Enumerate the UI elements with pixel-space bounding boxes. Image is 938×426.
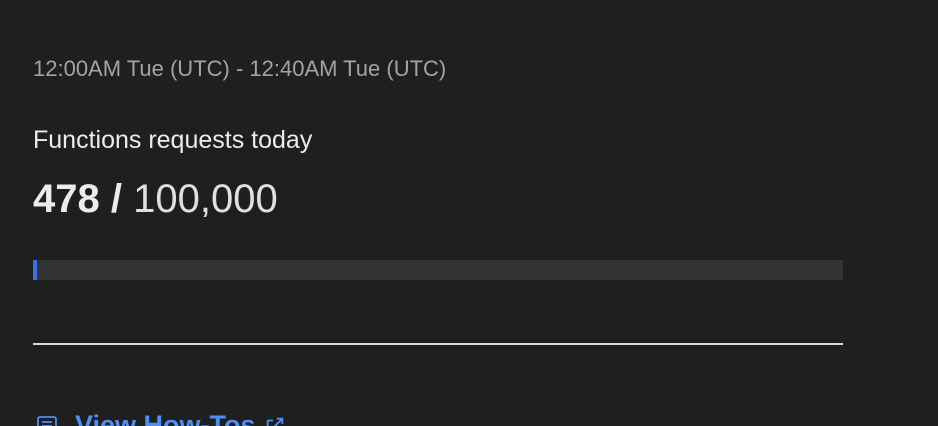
divider bbox=[33, 343, 843, 345]
view-howtos-link[interactable]: View How-Tos bbox=[35, 410, 286, 426]
time-range-text: 12:00AM Tue (UTC) - 12:40AM Tue (UTC) bbox=[33, 56, 447, 81]
usage-progress-fill bbox=[33, 260, 37, 280]
usage-panel: 12:00AM Tue (UTC) - 12:40AM Tue (UTC) Fu… bbox=[0, 0, 938, 426]
view-howtos-label[interactable]: View How-Tos bbox=[75, 410, 256, 426]
usage-label: Functions requests today bbox=[33, 126, 313, 154]
usage-limit-value: 100,000 bbox=[133, 177, 278, 221]
usage-used-value: 478 bbox=[33, 177, 100, 221]
usage-separator: / bbox=[110, 177, 122, 221]
usage-progress-bar bbox=[33, 260, 843, 280]
external-link-icon bbox=[266, 417, 283, 426]
usage-count: 478 / 100,000 bbox=[33, 176, 278, 222]
list-icon bbox=[37, 416, 57, 426]
